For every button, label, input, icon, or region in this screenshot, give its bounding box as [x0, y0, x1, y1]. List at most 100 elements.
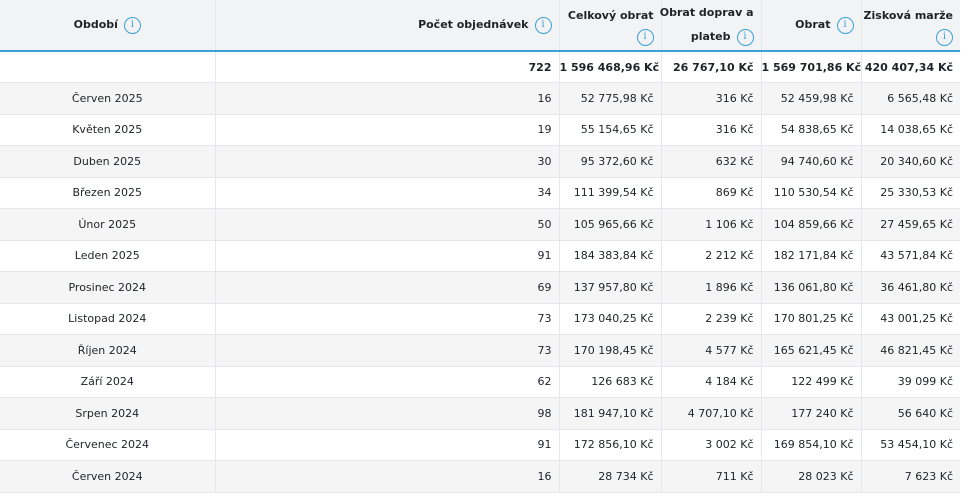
header-orders[interactable]: Počet objednávek i [215, 0, 560, 52]
table-row: Leden 2025 91 184 383,84 Kč 2 212 Kč 182 171… [0, 240, 960, 272]
cell-period: Červen 2025 [0, 82, 216, 115]
cell-orders: 19 [215, 114, 560, 146]
cell-shipping: 316 Kč [661, 82, 762, 115]
cell-total-revenue: 111 399,54 Kč [559, 177, 662, 209]
cell-period: Srpen 2024 [0, 397, 216, 430]
header-margin-label: Zisková marže [863, 8, 953, 22]
header-shipping-label-2: plateb [690, 30, 731, 43]
cell-orders: 98 [215, 397, 560, 430]
cell-orders: 62 [215, 366, 560, 398]
cell-shipping: 4 184 Kč [661, 366, 762, 398]
cell-total-revenue: 137 957,80 Kč [559, 271, 662, 304]
header-shipping[interactable]: Obrat doprav a plateb i [659, 0, 762, 52]
cell-revenue: 136 061,80 Kč [761, 271, 862, 304]
header-margin[interactable]: Zisková marže i [861, 0, 960, 52]
table-row: Červen 2024 16 28 734 Kč 711 Kč 28 023 Kč 7 6… [0, 460, 960, 493]
cell-orders: 69 [215, 271, 560, 304]
totals-orders: 722 [215, 51, 560, 83]
info-icon[interactable]: i [736, 28, 754, 46]
cell-shipping: 869 Kč [661, 177, 762, 209]
info-icon[interactable]: i [636, 28, 654, 46]
totals-shipping: 26 767,10 Kč [661, 51, 762, 83]
cell-total-revenue: 184 383,84 Kč [559, 240, 662, 272]
cell-total-revenue: 181 947,10 Kč [559, 397, 662, 430]
cell-total-revenue: 173 040,25 Kč [559, 303, 662, 335]
table-row: Září 2024 62 126 683 Kč 4 184 Kč 122 499 Kč 3… [0, 366, 960, 398]
cell-period: Březen 2025 [0, 177, 216, 209]
info-icon[interactable]: i [123, 16, 141, 34]
cell-revenue: 52 459,98 Kč [761, 82, 862, 115]
cell-margin: 20 340,60 Kč [861, 145, 960, 178]
cell-revenue: 54 838,65 Kč [761, 114, 862, 146]
table-row: Květen 2025 19 55 154,65 Kč 316 Kč 54 838,65… [0, 114, 960, 146]
table-row: Duben 2025 30 95 372,60 Kč 632 Kč 94 740,60 … [0, 145, 960, 178]
table-header-row: Období i Počet objednávek i Celkový obra… [0, 0, 960, 52]
cell-shipping: 4 577 Kč [661, 334, 762, 367]
cell-period: Září 2024 [0, 366, 216, 398]
cell-revenue: 104 859,66 Kč [761, 208, 862, 241]
cell-margin: 53 454,10 Kč [861, 429, 960, 461]
cell-revenue: 94 740,60 Kč [761, 145, 862, 178]
table-row: Říjen 2024 73 170 198,45 Kč 4 577 Kč 165 621… [0, 334, 960, 367]
info-icon[interactable]: i [836, 16, 854, 34]
cell-period: Květen 2025 [0, 114, 216, 146]
cell-orders: 50 [215, 208, 560, 241]
cell-margin: 39 099 Kč [861, 366, 960, 398]
header-revenue[interactable]: Obrat i [761, 0, 862, 52]
cell-revenue: 177 240 Kč [761, 397, 862, 430]
cell-period: Říjen 2024 [0, 334, 216, 367]
table-row: Listopad 2024 73 173 040,25 Kč 2 239 Kč 170 … [0, 303, 960, 335]
cell-orders: 30 [215, 145, 560, 178]
table-row: Březen 2025 34 111 399,54 Kč 869 Kč 110 530,… [0, 177, 960, 209]
cell-margin: 46 821,45 Kč [861, 334, 960, 367]
cell-revenue: 182 171,84 Kč [761, 240, 862, 272]
cell-margin: 6 565,48 Kč [861, 82, 960, 115]
cell-margin: 43 001,25 Kč [861, 303, 960, 335]
cell-total-revenue: 126 683 Kč [559, 366, 662, 398]
cell-period: Červen 2024 [0, 460, 216, 493]
table-row: Únor 2025 50 105 965,66 Kč 1 106 Kč 104 859,… [0, 208, 960, 241]
cell-shipping: 2 212 Kč [661, 240, 762, 272]
cell-shipping: 1 106 Kč [661, 208, 762, 241]
table-row: Srpen 2024 98 181 947,10 Kč 4 707,10 Kč 177 … [0, 397, 960, 430]
cell-period: Únor 2025 [0, 208, 216, 241]
cell-revenue: 28 023 Kč [761, 460, 862, 493]
table-row: Prosinec 2024 69 137 957,80 Kč 1 896 Kč 136 … [0, 271, 960, 304]
cell-orders: 73 [215, 303, 560, 335]
cell-revenue: 122 499 Kč [761, 366, 862, 398]
header-total-revenue-label: Celkový obrat [567, 8, 654, 22]
totals-margin: 420 407,34 Kč [861, 51, 960, 83]
cell-period: Duben 2025 [0, 145, 216, 178]
header-revenue-label: Obrat [795, 18, 831, 31]
table-row: Červenec 2024 91 172 856,10 Kč 3 002 Kč 169 … [0, 429, 960, 461]
info-icon[interactable]: i [936, 28, 953, 46]
totals-revenue: 1 569 701,86 Kč [761, 51, 862, 83]
cell-orders: 16 [215, 460, 560, 493]
header-total-revenue[interactable]: Celkový obrat i [559, 0, 662, 52]
cell-orders: 91 [215, 429, 560, 461]
cell-revenue: 165 621,45 Kč [761, 334, 862, 367]
totals-row: 722 1 596 468,96 Kč 26 767,10 Kč 1 569 7… [0, 51, 960, 83]
header-shipping-label-1: Obrat doprav a [659, 6, 754, 19]
cell-margin: 7 623 Kč [861, 460, 960, 493]
cell-shipping: 4 707,10 Kč [661, 397, 762, 430]
totals-total-revenue: 1 596 468,96 Kč [559, 51, 662, 83]
cell-period: Leden 2025 [0, 240, 216, 272]
cell-revenue: 170 801,25 Kč [761, 303, 862, 335]
cell-shipping: 632 Kč [661, 145, 762, 178]
cell-total-revenue: 28 734 Kč [559, 460, 662, 493]
cell-orders: 34 [215, 177, 560, 209]
cell-margin: 56 640 Kč [861, 397, 960, 430]
cell-shipping: 711 Kč [661, 460, 762, 493]
cell-period: Prosinec 2024 [0, 271, 216, 304]
cell-total-revenue: 95 372,60 Kč [559, 145, 662, 178]
info-icon[interactable]: i [534, 16, 552, 34]
cell-orders: 91 [215, 240, 560, 272]
cell-shipping: 316 Kč [661, 114, 762, 146]
cell-total-revenue: 170 198,45 Kč [559, 334, 662, 367]
cell-shipping: 2 239 Kč [661, 303, 762, 335]
totals-period [0, 51, 216, 83]
header-orders-label: Počet objednávek [418, 18, 529, 31]
header-period[interactable]: Období i [0, 0, 216, 52]
cell-shipping: 3 002 Kč [661, 429, 762, 461]
